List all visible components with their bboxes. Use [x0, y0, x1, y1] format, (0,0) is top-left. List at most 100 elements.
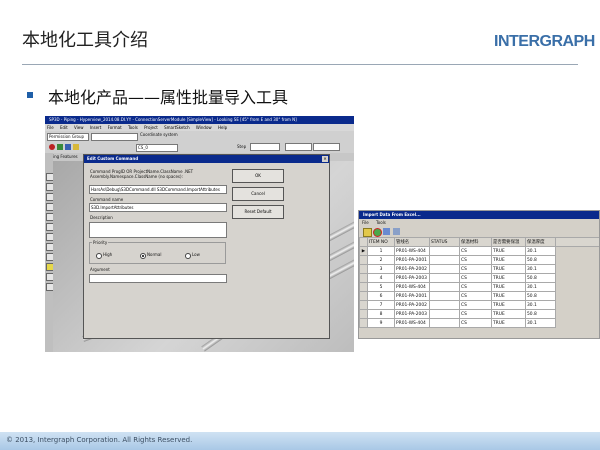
row-selector[interactable]: ▶	[359, 246, 368, 256]
refresh-icon[interactable]	[393, 228, 400, 235]
cell[interactable]	[429, 282, 460, 292]
cell[interactable]: PR01-PA-2003	[394, 309, 430, 319]
row-selector[interactable]	[359, 318, 368, 328]
menu-view[interactable]: View	[74, 125, 84, 130]
table-row[interactable]: 2 PR01-PA-2001 CS TRUE 50.8	[359, 255, 599, 265]
cell[interactable]: 50.8	[525, 291, 556, 301]
col-header-insulation-thickness[interactable]: 保温厚度	[525, 237, 556, 247]
argument-input[interactable]	[89, 274, 227, 283]
toolbar-icon-green[interactable]	[57, 144, 63, 150]
table-row[interactable]: 6 PR01-PA-2001 CS TRUE 50.8	[359, 291, 599, 301]
cell[interactable]: PR01-WS-404	[394, 246, 430, 256]
cell[interactable]: 6	[367, 291, 395, 301]
row-selector[interactable]	[359, 300, 368, 310]
toolbar-icon-blue[interactable]	[65, 144, 71, 150]
cell[interactable]: 4	[367, 273, 395, 283]
menu-insert[interactable]: Insert	[90, 125, 101, 130]
cell[interactable]: CS	[459, 273, 492, 283]
cell[interactable]: PR01-PA-2001	[394, 255, 430, 265]
cell[interactable]: 3	[367, 264, 395, 274]
toolbar-combo-4[interactable]	[285, 143, 312, 151]
cell[interactable]: TRUE	[491, 264, 526, 274]
cell[interactable]: PR01-WS-404	[394, 318, 430, 328]
cell[interactable]: CS	[459, 264, 492, 274]
ok-button[interactable]: OK	[232, 169, 284, 183]
table-row[interactable]: ▶ 1 PR01-WS-404 CS TRUE 30.1	[359, 246, 599, 256]
toolbar-combo-2[interactable]	[91, 133, 138, 141]
cell[interactable]: 8	[367, 309, 395, 319]
cell[interactable]: 30.1	[525, 318, 556, 328]
cell[interactable]: CS	[459, 246, 492, 256]
priority-high-radio[interactable]	[96, 253, 102, 259]
cell[interactable]: PR01-PA-2002	[394, 264, 430, 274]
col-header-insulation-material[interactable]: 保温材料	[459, 237, 492, 247]
cell[interactable]: CS	[459, 318, 492, 328]
cell[interactable]: 9	[367, 318, 395, 328]
cell[interactable]: CS	[459, 300, 492, 310]
open-folder-icon[interactable]	[363, 228, 372, 237]
priority-low-radio[interactable]	[185, 253, 191, 259]
cell[interactable]: PR01-PA-2001	[394, 291, 430, 301]
menu-file[interactable]: File	[47, 125, 54, 130]
dialog-close-icon[interactable]: ✕	[322, 156, 328, 162]
cell[interactable]: TRUE	[491, 318, 526, 328]
command-name-input[interactable]: S3D.ImportAttributes	[89, 203, 227, 212]
importer-menu-tools[interactable]: Tools	[376, 220, 386, 225]
cell[interactable]: 2	[367, 255, 395, 265]
cell[interactable]: PR01-PA-2003	[394, 273, 430, 283]
cell[interactable]: 30.1	[525, 300, 556, 310]
table-row[interactable]: 9 PR01-WS-404 CS TRUE 30.1	[359, 318, 599, 328]
table-row[interactable]: 8 PR01-PA-2003 CS TRUE 50.8	[359, 309, 599, 319]
cell[interactable]: 30.1	[525, 264, 556, 274]
reset-default-button[interactable]: Reset Default	[232, 205, 284, 219]
cell[interactable]	[429, 318, 460, 328]
row-selector[interactable]	[359, 282, 368, 292]
cell[interactable]: 5	[367, 282, 395, 292]
toolbar-icon-yellow[interactable]	[73, 144, 79, 150]
table-row[interactable]: 3 PR01-PA-2002 CS TRUE 30.1	[359, 264, 599, 274]
row-selector[interactable]	[359, 309, 368, 319]
col-header-item-no[interactable]: ITEM NO	[367, 237, 395, 247]
menu-window[interactable]: Window	[196, 125, 212, 130]
table-row[interactable]: 5 PR01-WS-404 CS TRUE 30.1	[359, 282, 599, 292]
cell[interactable]: TRUE	[491, 300, 526, 310]
cell[interactable]	[429, 246, 460, 256]
progid-input[interactable]: HarsAs\Debug\S3DCommand.dll S3DCommand.I…	[89, 185, 227, 194]
menu-help[interactable]: Help	[218, 125, 227, 130]
importer-menu-file[interactable]: File	[362, 220, 369, 225]
menu-format[interactable]: Format	[108, 125, 122, 130]
menu-tools[interactable]: Tools	[128, 125, 138, 130]
col-header-line-name[interactable]: 管线名	[394, 237, 430, 247]
cell[interactable]: TRUE	[491, 255, 526, 265]
cell[interactable]: PR01-PA-2002	[394, 300, 430, 310]
arrow-up-icon[interactable]	[383, 228, 390, 235]
cancel-button[interactable]: Cancel	[232, 187, 284, 201]
cell[interactable]	[429, 264, 460, 274]
cell[interactable]: 1	[367, 246, 395, 256]
cell[interactable]: 50.8	[525, 255, 556, 265]
menu-project[interactable]: Project	[144, 125, 158, 130]
cell[interactable]: 30.1	[525, 246, 556, 256]
menu-smartsketch[interactable]: SmartSketch	[164, 125, 190, 130]
cell[interactable]: CS	[459, 255, 492, 265]
cell[interactable]: TRUE	[491, 309, 526, 319]
cell[interactable]: 7	[367, 300, 395, 310]
row-selector[interactable]	[359, 291, 368, 301]
cell[interactable]: 50.8	[525, 309, 556, 319]
cell[interactable]: TRUE	[491, 282, 526, 292]
description-input[interactable]	[89, 222, 227, 238]
menu-edit[interactable]: Edit	[60, 125, 68, 130]
cell[interactable]: 50.8	[525, 273, 556, 283]
toolbar-icon-red[interactable]	[49, 144, 55, 150]
cell[interactable]: 30.1	[525, 282, 556, 292]
coordinate-system-combo[interactable]: CS_0	[136, 144, 178, 152]
cell[interactable]: TRUE	[491, 246, 526, 256]
cell[interactable]: CS	[459, 282, 492, 292]
row-selector[interactable]	[359, 255, 368, 265]
cell[interactable]	[429, 309, 460, 319]
cell[interactable]: TRUE	[491, 291, 526, 301]
table-row[interactable]: 4 PR01-PA-2003 CS TRUE 50.8	[359, 273, 599, 283]
cell[interactable]	[429, 255, 460, 265]
row-selector[interactable]	[359, 273, 368, 283]
toolbar-combo-5[interactable]	[313, 143, 340, 151]
